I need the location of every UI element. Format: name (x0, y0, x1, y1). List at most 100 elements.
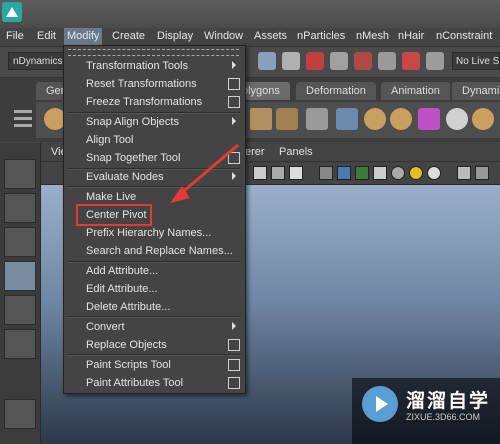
lasso-tool-icon[interactable] (4, 193, 36, 223)
select-mode-icon[interactable] (282, 52, 300, 70)
menu-item-label: Align Tool (86, 134, 134, 146)
menu-nmesh[interactable]: nMesh (356, 30, 389, 42)
menu-item-search-replace-names[interactable]: Search and Replace Names... (64, 242, 245, 260)
shade-icon[interactable] (319, 166, 333, 180)
menu-item-paint-scripts-tool[interactable]: Paint Scripts Tool (64, 356, 245, 374)
history-icon[interactable] (330, 52, 348, 70)
menu-item-label: Freeze Transformations (86, 96, 203, 108)
menu-item-label: Edit Attribute... (86, 283, 158, 295)
menu-create[interactable]: Create (112, 30, 145, 42)
menu-item-freeze-transformations[interactable]: Freeze Transformations (64, 93, 245, 111)
menu-nhair[interactable]: nHair (398, 30, 424, 42)
smooth-shade-icon[interactable] (337, 166, 351, 180)
option-box-icon[interactable] (228, 339, 240, 351)
lighting-icon[interactable] (409, 166, 423, 180)
menu-item-label: Snap Together Tool (86, 152, 181, 164)
menu-display[interactable]: Display (157, 30, 193, 42)
bevel-icon[interactable] (446, 108, 468, 130)
tear-off-handle[interactable] (68, 49, 239, 56)
option-box-icon[interactable] (228, 359, 240, 371)
menu-item-edit-attribute[interactable]: Edit Attribute... (64, 280, 245, 298)
select-tool-icon[interactable] (4, 159, 36, 189)
rotate-tool-icon[interactable] (4, 295, 36, 325)
panel-menu-panels[interactable]: Panels (279, 146, 313, 158)
settings-icon[interactable] (402, 52, 420, 70)
menu-item-reset-transformations[interactable]: Reset Transformations (64, 75, 245, 93)
menu-window[interactable]: Window (204, 30, 243, 42)
play-logo-icon (362, 386, 398, 422)
menu-item-label: Replace Objects (86, 339, 167, 351)
menu-item-prefix-hierarchy-names[interactable]: Prefix Hierarchy Names... (64, 224, 245, 242)
menu-item-label: Paint Attributes Tool (86, 377, 184, 389)
menu-item-convert[interactable]: Convert (64, 318, 245, 336)
render-icon[interactable] (354, 52, 372, 70)
menu-item-transformation-tools[interactable]: Transformation Tools (64, 57, 245, 75)
extrude-icon[interactable] (336, 108, 358, 130)
wireframe-icon[interactable] (253, 166, 267, 180)
magnet-icon[interactable] (306, 52, 324, 70)
shelf-tab-animation[interactable]: Animation (381, 82, 450, 100)
submenu-arrow-icon (232, 322, 236, 330)
submenu-arrow-icon (232, 61, 236, 69)
poly-pyramid-icon[interactable] (250, 108, 272, 130)
menu-edit[interactable]: Edit (37, 30, 56, 42)
menu-nparticles[interactable]: nParticles (297, 30, 345, 42)
menu-item-label: Prefix Hierarchy Names... (86, 227, 212, 239)
option-box-icon[interactable] (228, 96, 240, 108)
checker-icon[interactable] (373, 166, 387, 180)
live-icon[interactable] (426, 52, 444, 70)
snap-icon[interactable] (258, 52, 276, 70)
menu-item-paint-attributes-tool[interactable]: Paint Attributes Tool (64, 374, 245, 392)
menu-item-label: Add Attribute... (86, 265, 159, 277)
grid-icon[interactable] (271, 166, 285, 180)
menu-assets[interactable]: Assets (254, 30, 287, 42)
texture-icon[interactable] (355, 166, 369, 180)
shelf-tab-deformation[interactable]: Deformation (296, 82, 376, 100)
light-icon[interactable] (391, 166, 405, 180)
ipr-icon[interactable] (378, 52, 396, 70)
menu-item-label: Paint Scripts Tool (86, 359, 171, 371)
menu-nconstraint[interactable]: nConstraint (436, 30, 492, 42)
menu-item-evaluate-nodes[interactable]: Evaluate Nodes (64, 168, 245, 186)
move-tool-icon[interactable] (4, 261, 36, 291)
option-box-icon[interactable] (228, 152, 240, 164)
last-tool-icon[interactable] (4, 399, 36, 429)
combine-icon[interactable] (364, 108, 386, 130)
merge-icon[interactable] (472, 108, 494, 130)
menu-item-delete-attribute[interactable]: Delete Attribute... (64, 298, 245, 316)
xray-icon[interactable] (457, 166, 471, 180)
menu-modify[interactable]: Modify (64, 28, 103, 45)
shadow-icon[interactable] (427, 166, 441, 180)
menu-file[interactable]: File (6, 30, 24, 42)
paint-select-tool-icon[interactable] (4, 227, 36, 257)
menu-set-selector[interactable]: nDynamics (8, 52, 64, 70)
menu-item-label: Search and Replace Names... (86, 245, 233, 257)
separate-icon[interactable] (390, 108, 412, 130)
submenu-arrow-icon (232, 117, 236, 125)
smooth-icon[interactable] (418, 108, 440, 130)
menu-item-label: Delete Attribute... (86, 301, 171, 313)
poly-plane-icon[interactable] (306, 108, 328, 130)
option-box-icon[interactable] (228, 377, 240, 389)
option-box-icon[interactable] (228, 78, 240, 90)
menu-item-replace-objects[interactable]: Replace Objects (64, 336, 245, 354)
menu-item-snap-together-tool[interactable]: Snap Together Tool (64, 149, 245, 167)
menu-item-align-tool[interactable]: Align Tool (64, 131, 245, 149)
toolbox (0, 143, 41, 444)
shelf-menu-icon[interactable] (14, 106, 32, 132)
scale-tool-icon[interactable] (4, 329, 36, 359)
live-surface-field[interactable]: No Live Su (452, 52, 500, 70)
menu-item-label: Convert (86, 321, 125, 333)
text-icon[interactable] (289, 166, 303, 180)
menu-item-add-attribute[interactable]: Add Attribute... (64, 262, 245, 280)
shelf-tab-dynamics[interactable]: Dynami (452, 82, 500, 100)
panel-menu-renderer[interactable]: erer (245, 146, 265, 158)
title-bar (0, 0, 500, 28)
menu-item-snap-align-objects[interactable]: Snap Align Objects (64, 113, 245, 131)
isolate-icon[interactable] (475, 166, 489, 180)
watermark-url: ZIXUE.3D66.COM (406, 412, 481, 422)
menu-item-label: Transformation Tools (86, 60, 189, 72)
menu-item-label: Snap Align Objects (86, 116, 179, 128)
watermark: 溜溜自学 ZIXUE.3D66.COM (352, 378, 500, 444)
poly-cylinder-icon[interactable] (276, 108, 298, 130)
